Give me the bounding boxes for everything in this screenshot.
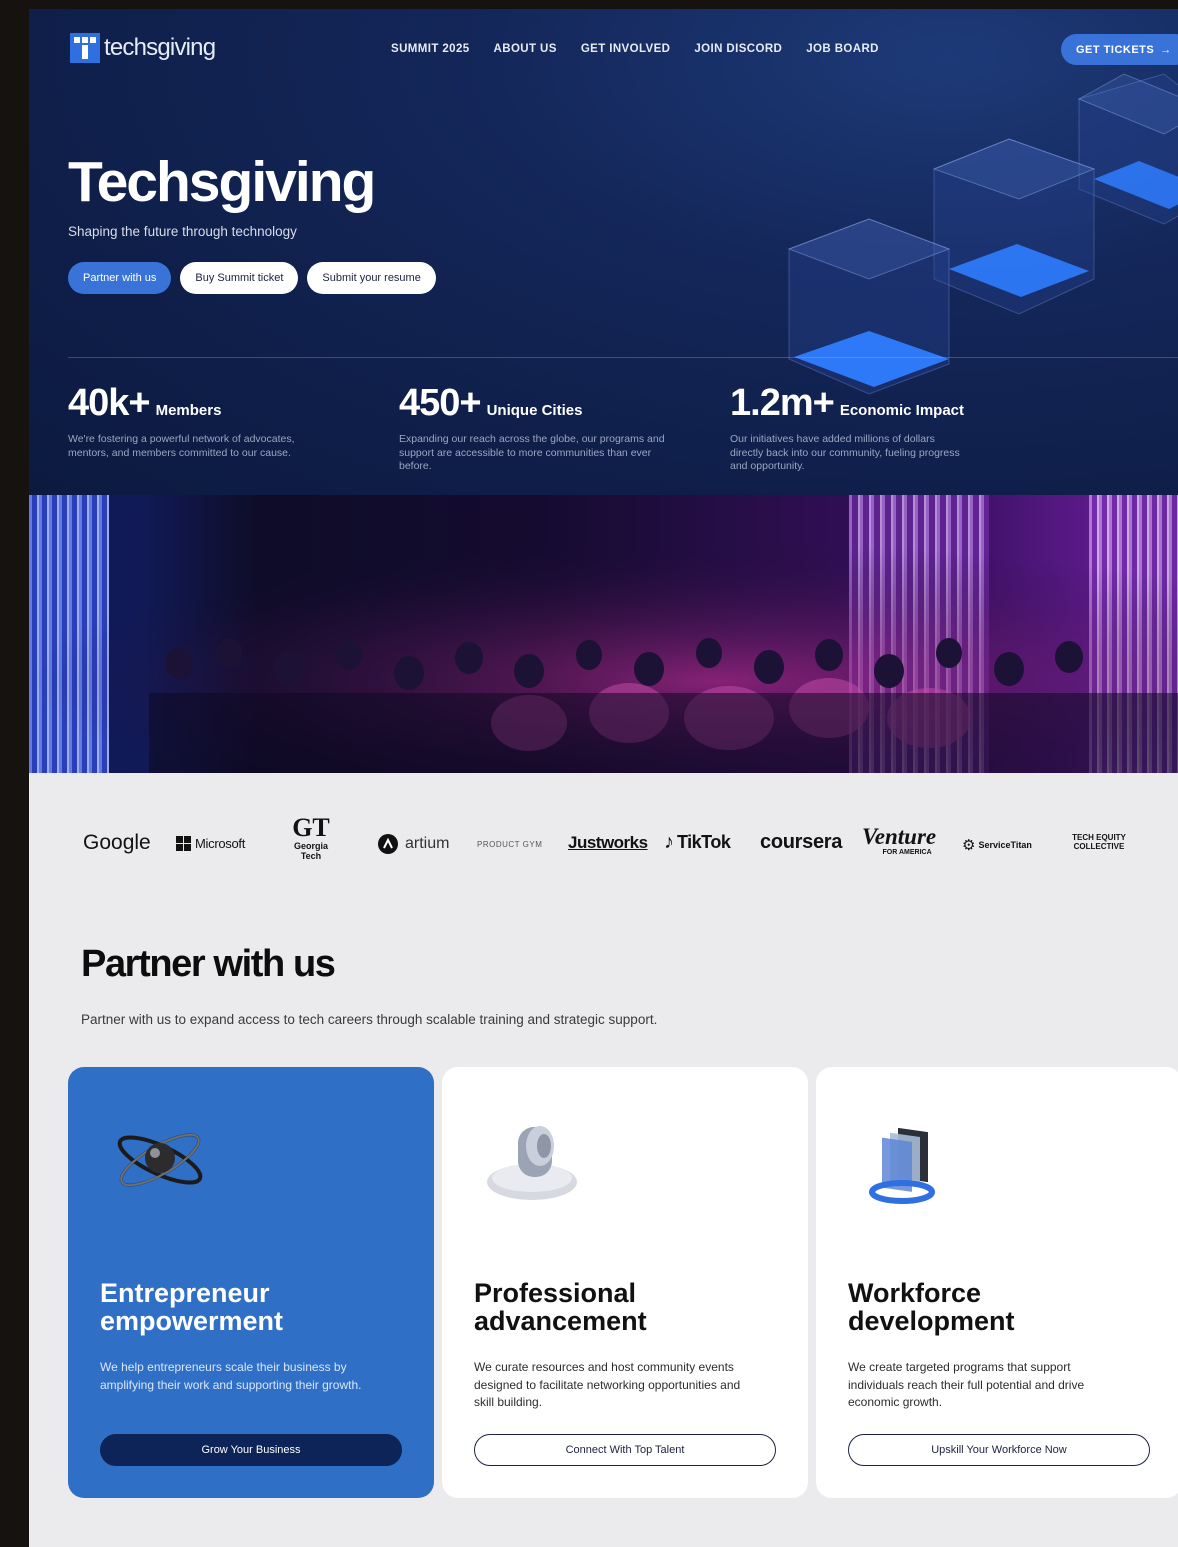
hero-divider — [68, 357, 1178, 358]
nav-link-about-us[interactable]: ABOUT US — [494, 43, 557, 55]
logo-text: techsgiving — [104, 34, 216, 61]
top-navigation: techsgiving SUMMIT 2025 ABOUT US GET INV… — [29, 9, 1178, 89]
product-gym-logo: PRODUCT GYM — [477, 840, 543, 849]
event-audience-photo — [29, 495, 1178, 773]
servicetitan-logo: ⚙ ServiceTitan — [962, 837, 1032, 854]
logo-mark-icon — [70, 33, 100, 63]
hero-subtitle: Shaping the future through technology — [68, 224, 297, 239]
partner-with-us-button[interactable]: Partner with us — [68, 262, 172, 294]
get-tickets-button[interactable]: GET TICKETS → — [1061, 34, 1178, 65]
card-workforce-development: Workforce development We create targeted… — [816, 1067, 1178, 1498]
techsgiving-logo[interactable]: techsgiving — [70, 33, 216, 63]
stat-label: Unique Cities — [486, 402, 583, 419]
buy-summit-ticket-button[interactable]: Buy Summit ticket — [180, 262, 299, 294]
stat-cities: 450+ Unique Cities Expanding our reach a… — [399, 382, 679, 474]
stat-number: 40k+ — [68, 382, 151, 424]
stat-description: We're fostering a powerful network of ad… — [68, 433, 295, 459]
artium-logo: artium — [378, 834, 449, 854]
atom-icon — [117, 1133, 203, 1187]
venture-for-america-logo: Venture FOR AMERICA — [862, 824, 937, 857]
georgia-tech-logo: GT Georgia Tech — [292, 813, 330, 862]
submit-resume-button[interactable]: Submit your resume — [307, 262, 436, 294]
stat-label: Economic Impact — [839, 402, 965, 419]
stat-label: Members — [155, 402, 222, 419]
hero-buttons: Partner with us Buy Summit ticket Submit… — [68, 262, 436, 294]
card-text: We curate resources and host community e… — [474, 1360, 741, 1409]
nav-link-job-board[interactable]: JOB BOARD — [806, 43, 879, 55]
nav-link-get-involved[interactable]: GET INVOLVED — [581, 43, 671, 55]
connect-with-top-talent-button[interactable]: Connect With Top Talent — [474, 1434, 776, 1466]
artium-mark-icon — [378, 834, 398, 854]
arrow-right-icon: → — [1160, 43, 1172, 56]
tech-equity-collective-logo: TECH EQUITY COLLECTIVE — [1072, 833, 1126, 851]
windows-icon — [176, 836, 191, 851]
nav-link-join-discord[interactable]: JOIN DISCORD — [694, 43, 782, 55]
card-entrepreneur-empowerment: Entrepreneur empowerment We help entrepr… — [68, 1067, 434, 1498]
card-title: Professional advancement — [474, 1278, 647, 1336]
glass-cubes-illustration — [787, 73, 1178, 395]
stat-description: Expanding our reach across the globe, ou… — [399, 433, 665, 472]
stat-members: 40k+ Members We're fostering a powerful … — [68, 382, 348, 460]
justworks-logo: Justworks — [568, 833, 648, 852]
stat-economic-impact: 1.2m+ Economic Impact Our initiatives ha… — [730, 382, 1010, 474]
nav-link-summit-2025[interactable]: SUMMIT 2025 — [391, 43, 470, 55]
stacked-panels-icon — [869, 1127, 935, 1204]
stat-description: Our initiatives have added millions of d… — [730, 433, 960, 472]
tiktok-logo: ♪ TikTok — [664, 831, 731, 853]
get-tickets-label: GET TICKETS — [1076, 43, 1155, 56]
glass-pedestal-icon — [487, 1126, 577, 1200]
upskill-your-workforce-button[interactable]: Upskill Your Workforce Now — [848, 1434, 1150, 1466]
gear-icon: ⚙ — [962, 837, 976, 854]
card-title: Workforce development — [848, 1278, 1015, 1336]
partner-logo-strip: Google Microsoft GT Georgia Tech artium … — [29, 809, 1178, 879]
card-text: We create targeted programs that support… — [848, 1360, 1085, 1409]
google-logo: Google — [83, 831, 151, 854]
audience-crowd — [29, 543, 1178, 773]
microsoft-logo: Microsoft — [176, 836, 245, 851]
page: techsgiving SUMMIT 2025 ABOUT US GET INV… — [29, 9, 1178, 1547]
card-professional-advancement: Professional advancement We curate resou… — [442, 1067, 808, 1498]
grow-your-business-button[interactable]: Grow Your Business — [100, 1434, 402, 1466]
stat-number: 450+ — [399, 382, 482, 424]
card-text: We help entrepreneurs scale their busine… — [100, 1360, 362, 1392]
hero-title: Techsgiving — [68, 150, 376, 214]
partner-section-description: Partner with us to expand access to tech… — [81, 1012, 658, 1027]
card-title: Entrepreneur empowerment — [100, 1278, 284, 1336]
stat-number: 1.2m+ — [730, 382, 835, 424]
coursera-logo: coursera — [760, 831, 843, 853]
hero-section: techsgiving SUMMIT 2025 ABOUT US GET INV… — [29, 9, 1178, 495]
nav-links: SUMMIT 2025 ABOUT US GET INVOLVED JOIN D… — [391, 43, 879, 55]
tiktok-note-icon: ♪ — [664, 831, 674, 853]
partner-section-title: Partner with us — [81, 943, 336, 985]
